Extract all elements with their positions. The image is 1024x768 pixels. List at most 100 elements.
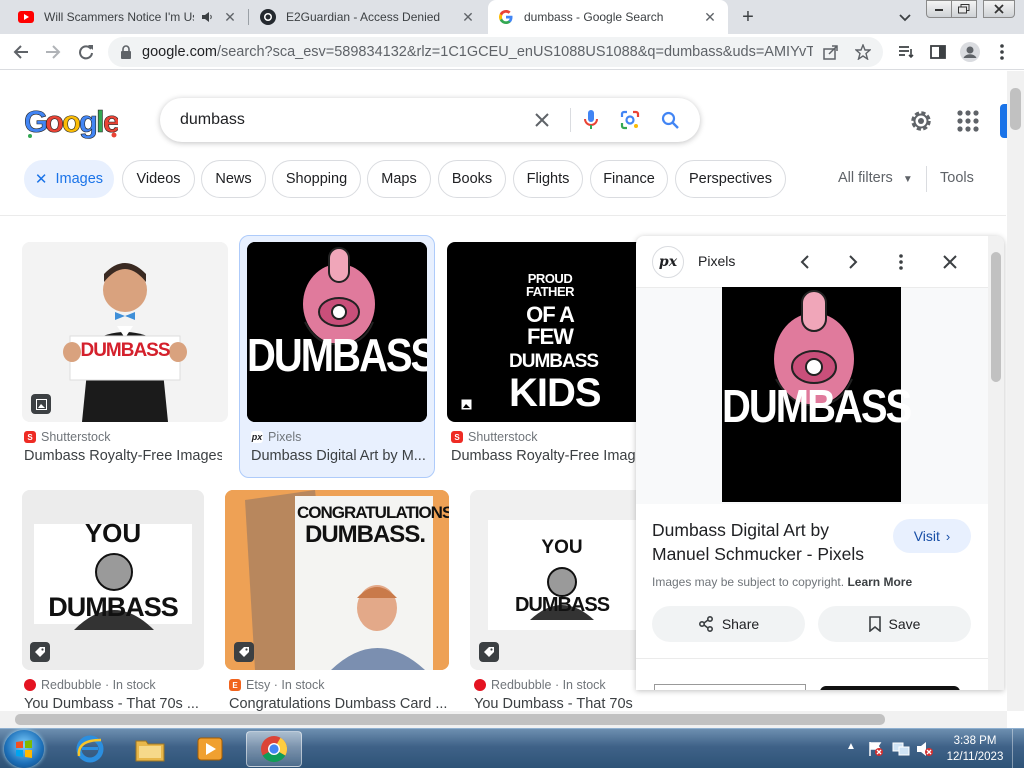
reload-icon[interactable] (74, 40, 98, 64)
result-source[interactable]: Redbubble · In stock (24, 678, 156, 692)
panel-title[interactable]: Dumbass Digital Art by Manuel Schmucker … (652, 518, 882, 566)
panel-preview-image[interactable]: DUMBASS (722, 287, 912, 502)
restore-button[interactable] (951, 0, 977, 18)
chip-videos[interactable]: Videos (122, 160, 195, 198)
media-player-icon[interactable] (182, 731, 238, 767)
thumb-line: DUMBASS (509, 351, 599, 372)
tab-search-icon[interactable] (896, 8, 914, 26)
learn-more-link[interactable]: Learn More (847, 575, 912, 589)
action-center-flag-icon[interactable] (868, 741, 884, 757)
close-tab-icon[interactable]: ✕ (460, 9, 476, 25)
result-thumbnail[interactable]: DUMBASS (247, 242, 427, 422)
panel-source[interactable]: Pixels (698, 253, 735, 269)
result-title[interactable]: You Dumbass - That 70s ... (474, 696, 636, 712)
result-source[interactable]: px Pixels (251, 430, 301, 444)
chip-books[interactable]: Books (438, 160, 506, 198)
chip-finance[interactable]: Finance (590, 160, 668, 198)
previous-image-icon[interactable] (793, 250, 817, 274)
result-title[interactable]: Congratulations Dumbass Card ... (229, 696, 447, 712)
google-doodle-logo[interactable]: G o o g l e (24, 104, 122, 140)
lens-search-icon[interactable] (618, 108, 642, 132)
result-source[interactable]: S Shutterstock (24, 430, 110, 444)
chip-images[interactable]: ✕ Images (24, 160, 114, 198)
share-button[interactable]: Share (652, 606, 805, 642)
lock-icon[interactable] (120, 45, 134, 59)
result-source[interactable]: E Etsy · In stock (229, 678, 325, 692)
forward-icon[interactable] (41, 40, 65, 64)
clock[interactable]: 3:38 PM 12/11/2023 (944, 733, 1006, 765)
svg-text:g: g (79, 104, 97, 139)
volume-icon[interactable] (916, 741, 934, 757)
new-tab-button[interactable]: + (737, 6, 759, 28)
address-bar[interactable]: google.com/search?sca_esv=589834132&rlz=… (108, 37, 883, 67)
chip-label: Maps (381, 171, 417, 187)
file-explorer-icon[interactable] (122, 731, 178, 767)
network-icon[interactable] (892, 741, 910, 757)
reading-list-icon[interactable] (894, 40, 918, 64)
share-page-icon[interactable] (823, 44, 839, 60)
voice-search-icon[interactable] (579, 108, 603, 132)
result-thumbnail[interactable]: DUMBASS (22, 242, 228, 422)
show-desktop-button[interactable] (1012, 729, 1024, 768)
visit-button[interactable]: Visit › (893, 519, 971, 553)
tools-button[interactable]: Tools (940, 170, 974, 186)
result-title[interactable]: Dumbass Royalty-Free Images (451, 448, 636, 464)
copyright-notice: Images may be subject to copyright. Lear… (652, 575, 912, 589)
next-image-icon[interactable] (841, 250, 865, 274)
save-label: Save (888, 616, 921, 632)
panel-scrollbar-thumb[interactable] (991, 252, 1001, 382)
chip-flights[interactable]: Flights (513, 160, 583, 198)
search-input[interactable] (180, 111, 520, 129)
result-thumbnail[interactable]: PROUD FATHER OF A FEW DUMBASS KIDS (447, 242, 643, 422)
result-title[interactable]: Dumbass Digital Art by M... (251, 448, 427, 464)
page-vertical-scrollbar[interactable] (1007, 71, 1024, 711)
browser-menu-icon[interactable] (990, 40, 1014, 64)
clear-search-icon[interactable] (530, 108, 554, 132)
save-button[interactable]: Save (818, 606, 971, 642)
tab-google-search[interactable]: dumbass - Google Search ✕ (488, 0, 728, 34)
result-thumbnail[interactable]: YOU DUMBASS (470, 490, 638, 670)
page-vertical-scroll-thumb[interactable] (1010, 88, 1021, 130)
close-tab-icon[interactable]: ✕ (222, 9, 238, 25)
side-panel-icon[interactable] (926, 40, 950, 64)
chip-news[interactable]: News (201, 160, 266, 198)
close-panel-icon[interactable] (938, 250, 962, 274)
pixels-logo-icon[interactable]: px (652, 246, 684, 278)
search-icon[interactable] (658, 108, 682, 132)
tab-e2guardian[interactable]: E2Guardian - Access Denied ✕ (250, 0, 486, 34)
show-hidden-icons[interactable]: ▲ (846, 741, 856, 752)
all-filters-button[interactable]: All filters ▼ (838, 170, 913, 186)
internet-explorer-icon[interactable] (62, 731, 118, 767)
result-title[interactable]: Dumbass Royalty-Free Images (24, 448, 222, 464)
source-label: Shutterstock (468, 430, 538, 444)
chip-shopping[interactable]: Shopping (272, 160, 361, 198)
svg-text:o: o (62, 104, 80, 139)
chrome-taskbar-icon[interactable] (246, 731, 302, 767)
settings-gear-icon[interactable] (908, 108, 934, 134)
bookmark-star-icon[interactable] (855, 44, 871, 60)
share-label: Share (721, 616, 760, 632)
clock-time: 3:38 PM (953, 735, 997, 747)
page-horizontal-scroll-thumb[interactable] (15, 714, 885, 725)
minimize-button[interactable] (926, 0, 952, 18)
google-apps-icon[interactable] (955, 108, 981, 134)
related-thumbnail[interactable] (654, 684, 806, 690)
profile-icon[interactable] (958, 40, 982, 64)
result-title[interactable]: You Dumbass - That 70s ... (24, 696, 204, 712)
result-thumbnail[interactable]: YOU DUMBASS (22, 490, 204, 670)
related-thumbnail[interactable] (820, 686, 960, 690)
svg-text:G: G (24, 104, 47, 139)
more-options-icon[interactable] (889, 250, 913, 274)
url-text[interactable]: google.com/search?sca_esv=589834132&rlz=… (142, 44, 813, 60)
back-icon[interactable] (9, 40, 33, 64)
chip-maps[interactable]: Maps (367, 160, 431, 198)
result-thumbnail[interactable]: CONGRATULATIONS, DUMBASS. (225, 490, 449, 670)
close-tab-icon[interactable]: ✕ (702, 9, 718, 25)
chip-perspectives[interactable]: Perspectives (675, 160, 786, 198)
result-source[interactable]: Redbubble · In stock (474, 678, 606, 692)
tab-youtube[interactable]: Will Scammers Notice I'm Us ✕ (8, 0, 248, 34)
close-window-button[interactable] (983, 0, 1015, 18)
speaker-icon[interactable] (202, 11, 214, 23)
result-source[interactable]: S Shutterstock (451, 430, 537, 444)
start-button[interactable] (4, 730, 44, 768)
